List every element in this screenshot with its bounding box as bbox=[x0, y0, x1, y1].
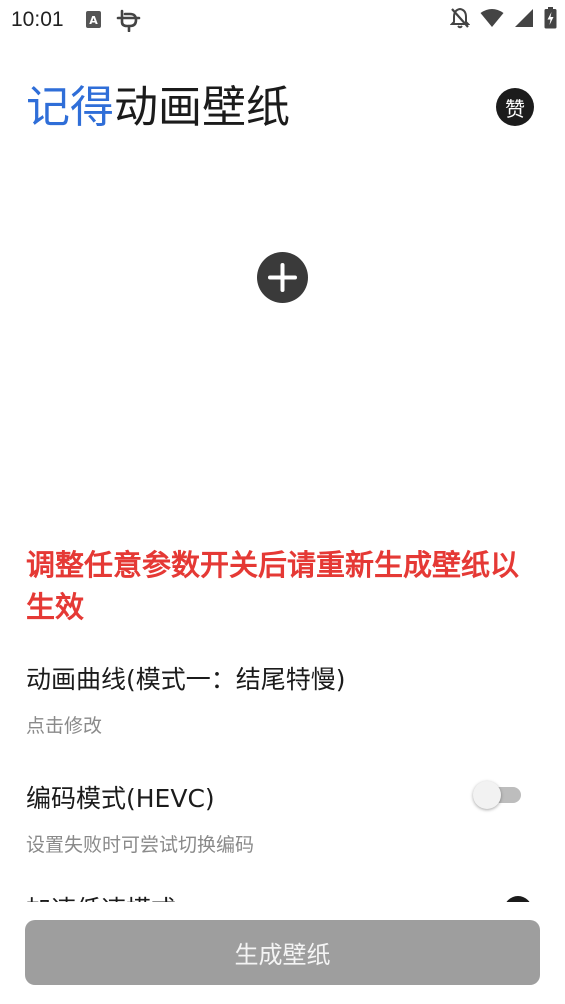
keyboard-a-icon: A bbox=[86, 11, 101, 32]
generate-wallpaper-button[interactable]: 生成壁纸 bbox=[25, 920, 540, 985]
encoding-mode-subtitle: 设置失败时可尝试切换编码 bbox=[26, 834, 255, 856]
bug-icon bbox=[115, 8, 141, 36]
generate-wallpaper-label: 生成壁纸 bbox=[234, 941, 331, 969]
wallpaper-preview-area bbox=[0, 150, 565, 530]
cell-signal-icon bbox=[514, 8, 534, 32]
like-label: 赞 bbox=[505, 96, 525, 121]
plus-circle-icon bbox=[268, 263, 297, 292]
add-media-button[interactable] bbox=[257, 252, 308, 303]
status-bar: 10:01 A bbox=[0, 0, 565, 40]
status-time: 10:01 bbox=[11, 8, 64, 31]
title-accent: 记得 bbox=[26, 82, 114, 133]
title-rest: 动画壁纸 bbox=[114, 82, 290, 133]
status-icons bbox=[449, 7, 557, 33]
like-button[interactable]: 赞 bbox=[496, 88, 534, 126]
battery-charging-icon bbox=[544, 7, 557, 33]
partially-visible-setting[interactable]: 加速低速模式 bbox=[0, 880, 565, 902]
animation-curve-subtitle: 点击修改 bbox=[26, 715, 103, 737]
regenerate-warning: 调整任意参数开关后请重新生成壁纸以生效 bbox=[26, 548, 520, 624]
animation-curve-title: 动画曲线(模式一：结尾特慢) bbox=[26, 665, 346, 694]
partial-setting-title: 加速低速模式 bbox=[26, 890, 176, 902]
page-title: 记得动画壁纸 bbox=[26, 82, 290, 134]
encoding-mode-toggle[interactable] bbox=[473, 781, 523, 809]
partial-setting-toggle[interactable] bbox=[504, 896, 532, 902]
wifi-icon bbox=[480, 8, 504, 32]
toggle-thumb bbox=[473, 781, 501, 809]
keyboard-a-letter: A bbox=[89, 14, 98, 27]
notifications-off-icon bbox=[449, 7, 471, 33]
encoding-mode-title: 编码模式(HEVC) bbox=[26, 784, 215, 813]
